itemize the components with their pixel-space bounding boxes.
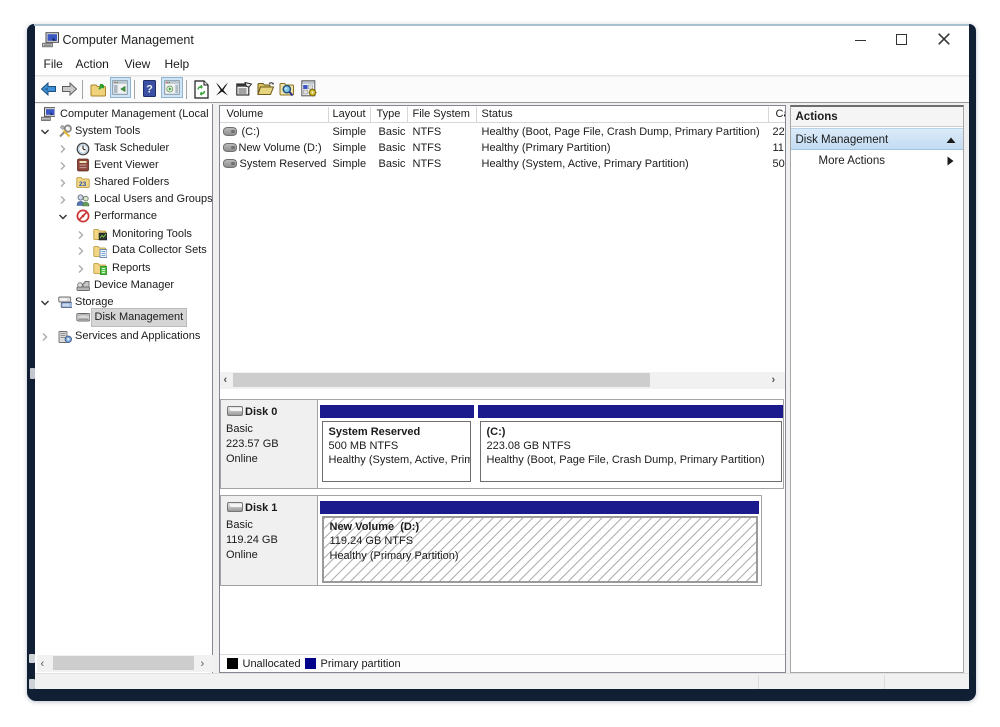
svg-text:?: ?	[146, 84, 153, 96]
svg-text:23: 23	[79, 181, 87, 188]
